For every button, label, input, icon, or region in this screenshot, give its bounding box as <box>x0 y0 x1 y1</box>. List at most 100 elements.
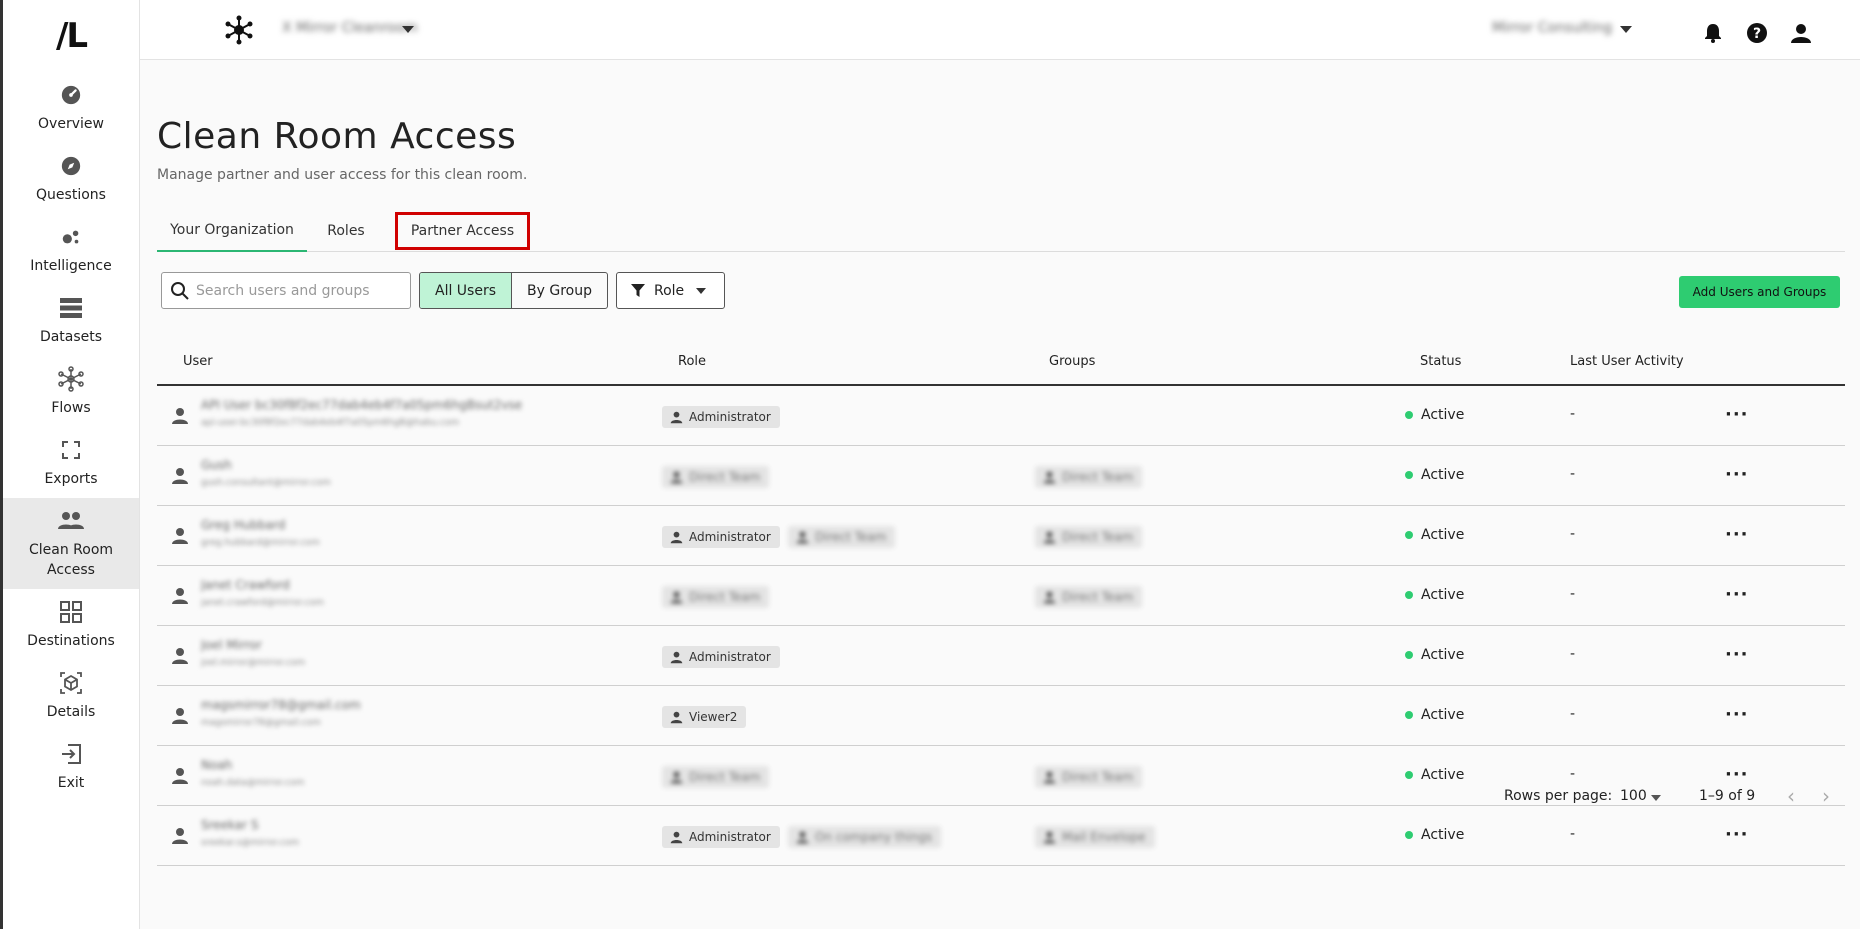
user-email: gush.consultant@mirror.com <box>201 478 331 488</box>
user-icon <box>171 407 189 425</box>
column-header-user[interactable]: User <box>183 354 213 369</box>
sidebar-item-exit[interactable]: Exit <box>3 731 139 802</box>
chevron-down-icon[interactable] <box>1651 795 1661 801</box>
status-dot <box>1405 711 1413 719</box>
sidebar-item-label: Overview <box>38 115 104 132</box>
app-logo[interactable]: /L <box>3 0 139 72</box>
account-icon[interactable] <box>1790 22 1812 44</box>
column-header-status[interactable]: Status <box>1420 354 1461 369</box>
frame-icon <box>58 437 84 463</box>
table-row[interactable]: Janet Crawford janet.crawford@mirror.com D… <box>157 566 1845 626</box>
table-row[interactable]: Joel Mirror joel.mirror@mirror.com Adminis… <box>157 626 1845 686</box>
sidebar-item-label: Destinations <box>27 632 115 649</box>
exit-icon <box>58 741 84 767</box>
search-input[interactable] <box>196 279 396 303</box>
clean-room-selector[interactable]: X Mirror Cleanroom <box>282 20 418 36</box>
group-icon <box>1043 531 1056 544</box>
user-name: API User bc30f8f2ec77dab4eb4f7a05pm6hgBs… <box>201 398 523 412</box>
status-badge: Active <box>1405 527 1464 543</box>
chevron-down-icon[interactable] <box>402 26 414 33</box>
previous-page-icon[interactable]: ‹ <box>1787 784 1795 808</box>
role-filter-button[interactable]: Role <box>616 272 725 309</box>
group-icon <box>1043 591 1056 604</box>
more-options-icon[interactable]: ··· <box>1725 404 1749 425</box>
cube-icon <box>58 670 84 696</box>
sidebar-item-datasets[interactable]: Datasets <box>3 285 139 356</box>
pagination-range: 1–9 of 9 <box>1699 788 1756 804</box>
person-icon <box>670 711 683 724</box>
status-badge: Active <box>1405 467 1464 483</box>
sidebar-item-overview[interactable]: Overview <box>3 72 139 143</box>
sidebar-item-clean-room-access[interactable]: Clean Room Access <box>3 498 139 589</box>
more-options-icon[interactable]: ··· <box>1725 524 1749 545</box>
table-row[interactable]: magsmirror78@gmail.com magsmirror78@gmail… <box>157 686 1845 746</box>
sidebar-item-details[interactable]: Details <box>3 660 139 731</box>
view-toggle: All Users By Group <box>419 272 608 309</box>
person-icon <box>670 411 683 424</box>
more-options-icon[interactable]: ··· <box>1725 704 1749 725</box>
bell-icon[interactable] <box>1702 22 1724 44</box>
rows-per-page-select[interactable]: 100 <box>1620 788 1647 804</box>
user-name: Joel Mirror <box>201 638 262 652</box>
sidebar-item-label: Questions <box>36 186 106 203</box>
sidebar-item-label: Exit <box>57 774 85 791</box>
chevron-down-icon[interactable] <box>1620 26 1632 33</box>
table-row[interactable]: Gush gush.consultant@mirror.com Direct Tea… <box>157 446 1845 506</box>
sidebar-item-intelligence[interactable]: Intelligence <box>3 214 139 285</box>
role-chip: Administrator <box>662 646 780 668</box>
column-header-groups[interactable]: Groups <box>1049 354 1095 369</box>
more-options-icon[interactable]: ··· <box>1725 464 1749 485</box>
help-icon[interactable]: ? <box>1746 22 1768 44</box>
all-users-toggle[interactable]: All Users <box>420 273 513 308</box>
more-options-icon[interactable]: ··· <box>1725 644 1749 665</box>
person-icon <box>670 831 683 844</box>
tab-your-organization[interactable]: Your Organization <box>157 210 307 252</box>
tab-partner-access[interactable]: Partner Access <box>395 212 530 250</box>
by-group-toggle[interactable]: By Group <box>512 273 607 308</box>
status-dot <box>1405 651 1413 659</box>
table-row[interactable]: API User bc30f8f2ec77dab4eb4f7a05pm6hgBs… <box>157 386 1845 446</box>
tab-roles[interactable]: Roles <box>307 210 385 252</box>
person-icon <box>670 531 683 544</box>
grid-icon <box>58 599 84 625</box>
status-badge: Active <box>1405 587 1464 603</box>
user-name: Gush <box>201 458 232 472</box>
more-options-icon[interactable]: ··· <box>1725 584 1749 605</box>
user-name: magsmirror78@gmail.com <box>201 698 361 712</box>
user-icon <box>171 527 189 545</box>
column-header-last-user-activity[interactable]: Last User Activity <box>1570 354 1684 369</box>
next-page-icon[interactable]: › <box>1822 784 1830 808</box>
bubbles-icon <box>58 224 84 250</box>
network-icon <box>58 365 84 392</box>
group-chip: Direct Team <box>1035 466 1143 488</box>
sidebar-item-flows[interactable]: Flows <box>3 356 139 427</box>
status-badge: Active <box>1405 647 1464 663</box>
user-name: Noah <box>201 758 233 772</box>
sidebar-item-destinations[interactable]: Destinations <box>3 589 139 660</box>
status-dot <box>1405 831 1413 839</box>
add-users-and-groups-button[interactable]: Add Users and Groups <box>1679 276 1840 308</box>
sidebar-item-questions[interactable]: Questions <box>3 143 139 214</box>
user-email: greg.hubbard@mirror.com <box>201 538 320 548</box>
group-icon <box>1043 831 1056 844</box>
last-activity: - <box>1570 586 1576 602</box>
sidebar-item-label: Flows <box>51 399 91 416</box>
group-chip: Mail Envelope <box>1035 826 1155 848</box>
status-dot <box>1405 531 1413 539</box>
group-icon <box>1043 471 1056 484</box>
sidebar-item-exports[interactable]: Exports <box>3 427 139 498</box>
user-name: Sreekar S <box>201 818 259 832</box>
user-icon <box>171 707 189 725</box>
more-options-icon[interactable]: ··· <box>1725 824 1749 845</box>
organization-selector[interactable]: Mirror Consulting <box>1492 20 1612 36</box>
group-icon <box>796 831 809 844</box>
clean-room-network-icon <box>224 15 254 45</box>
table-row[interactable]: Greg Hubbard greg.hubbard@mirror.com Admin… <box>157 506 1845 566</box>
sidebar-item-label: Datasets <box>39 328 103 345</box>
rows-per-page-label: Rows per page: <box>1504 788 1613 804</box>
user-icon <box>171 587 189 605</box>
column-header-role[interactable]: Role <box>678 354 706 369</box>
sidebar-item-label: Details <box>46 703 96 720</box>
last-activity: - <box>1570 826 1576 842</box>
role-chip: Direct Team <box>662 466 770 488</box>
